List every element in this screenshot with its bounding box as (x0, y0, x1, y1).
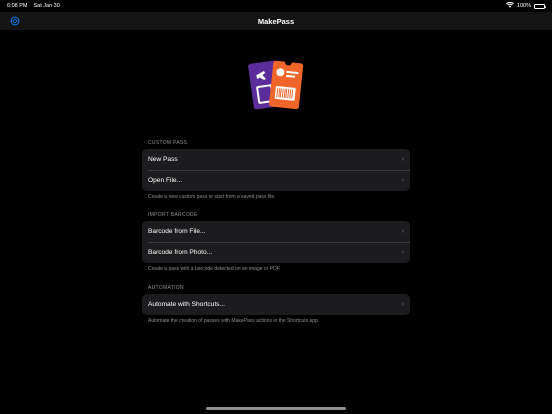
section-footer-import-barcode: Create a pass with a barcode detected on… (148, 266, 281, 272)
row-label: Barcode from File... (148, 228, 206, 235)
row-label: Open File... (148, 177, 183, 184)
section-header-import-barcode: IMPORT BARCODE (148, 212, 198, 218)
barcode-from-photo-row[interactable]: Barcode from Photo... › (142, 242, 410, 263)
section-header-custom-pass: CUSTOM PASS (148, 140, 188, 146)
section-footer-custom-pass: Create a new custom pass or start from a… (148, 194, 276, 200)
page-title: MakePass (257, 16, 295, 26)
settings-button[interactable] (9, 15, 20, 26)
battery-icon (534, 3, 546, 9)
chevron-right-icon: › (401, 177, 404, 184)
open-file-row[interactable]: Open File... › (142, 170, 410, 191)
status-time: 6:08 PM (7, 3, 28, 9)
section-footer-automation: Automate the creation of passes with Mak… (148, 318, 320, 324)
row-label: Automate with Shortcuts... (148, 301, 225, 308)
chevron-right-icon: › (401, 156, 404, 163)
battery-percent: 100% (516, 3, 531, 9)
section-header-automation: AUTOMATION (148, 285, 184, 291)
barcode-from-file-row[interactable]: Barcode from File... › (142, 221, 410, 242)
import-barcode-group: Barcode from File... › Barcode from Phot… (142, 221, 410, 263)
gear-icon (10, 16, 19, 25)
row-label: Barcode from Photo... (148, 249, 213, 256)
app-logo (248, 58, 304, 110)
status-date: Sat Jan 30 (33, 3, 60, 9)
wifi-icon (505, 1, 514, 10)
navigation-bar: MakePass (0, 12, 552, 30)
row-label: New Pass (148, 156, 178, 163)
home-indicator[interactable] (206, 407, 346, 410)
chevron-right-icon: › (401, 301, 404, 308)
automation-group: Automate with Shortcuts... › (142, 294, 410, 315)
custom-pass-group: New Pass › Open File... › (142, 149, 410, 191)
chevron-right-icon: › (401, 249, 404, 256)
new-pass-row[interactable]: New Pass › (142, 149, 410, 170)
status-bar: 6:08 PM Sat Jan 30 100% (0, 0, 552, 12)
chevron-right-icon: › (401, 228, 404, 235)
automate-shortcuts-row[interactable]: Automate with Shortcuts... › (142, 294, 410, 315)
